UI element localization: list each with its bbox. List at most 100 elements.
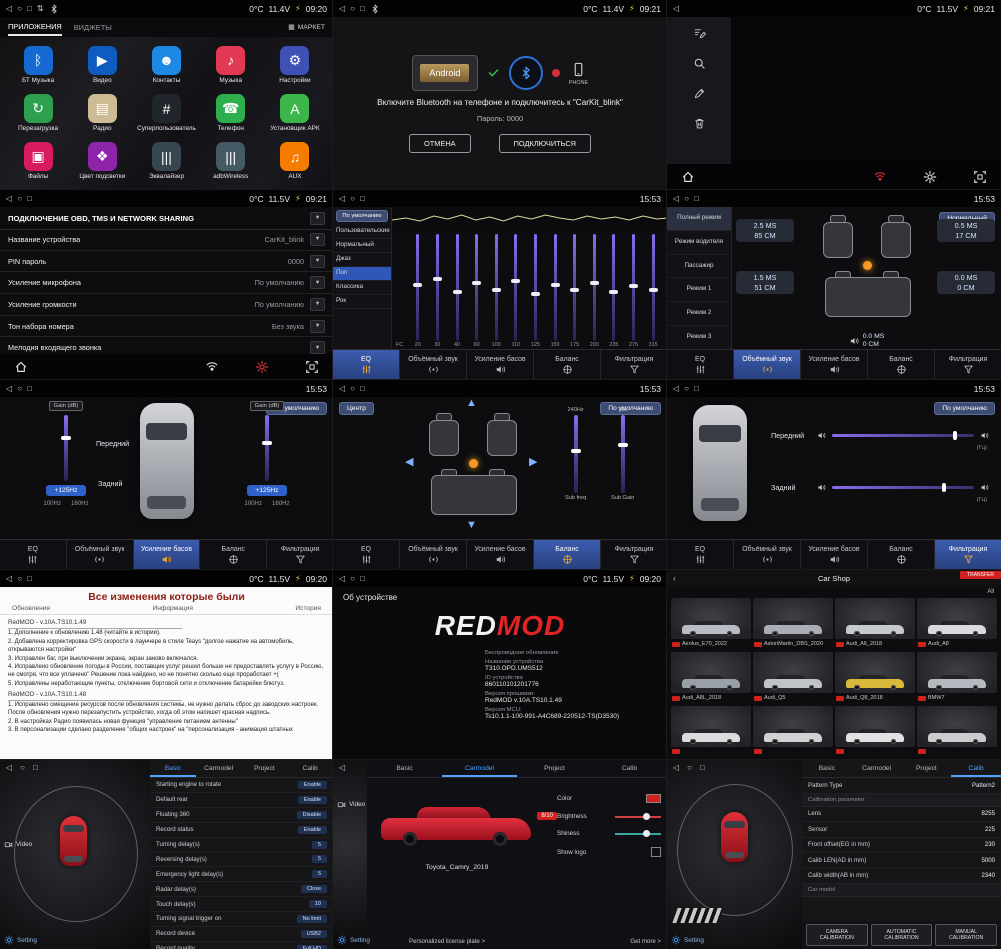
- get-more-link[interactable]: Get more >: [630, 938, 661, 945]
- balance-right-arrow[interactable]: ▶: [529, 455, 537, 468]
- nav-back-icon[interactable]: ◁: [6, 763, 12, 772]
- nav-back-icon[interactable]: ◁: [673, 384, 679, 393]
- setting-value[interactable]: Enable: [298, 826, 327, 834]
- tab-project[interactable]: Project: [517, 760, 592, 777]
- nav-recents-icon[interactable]: □: [27, 384, 32, 393]
- tab-bass-boost[interactable]: Усиление басов: [801, 540, 868, 570]
- eq-band-slider[interactable]: [486, 234, 506, 341]
- nav-back-icon[interactable]: ◁: [6, 194, 12, 203]
- nav-back-icon[interactable]: ◁: [339, 384, 345, 393]
- freq-option[interactable]: 160Hz: [71, 500, 89, 507]
- mode-item[interactable]: Режим 3: [667, 326, 731, 350]
- setting-value[interactable]: USB2: [301, 930, 327, 938]
- app-icon[interactable]: ▶ Видео: [70, 41, 134, 89]
- slider-knob[interactable]: [492, 288, 501, 292]
- car-item[interactable]: [671, 706, 751, 758]
- tab-carmodel[interactable]: Carmodel: [852, 760, 902, 777]
- calib-param-row[interactable]: Calib width(AB in mm) 2340: [802, 869, 1001, 885]
- changelog-tab[interactable]: Обновления: [12, 605, 50, 612]
- scan-icon[interactable]: [305, 360, 319, 374]
- eq-band-slider[interactable]: [506, 234, 526, 341]
- car-item[interactable]: Aeolus_E70_2022: [671, 598, 751, 650]
- trash-icon[interactable]: [693, 117, 706, 130]
- settings-row[interactable]: Тон набора номера Без звука ▼: [0, 316, 333, 338]
- nav-home-icon[interactable]: ○: [20, 763, 25, 772]
- calibration-button[interactable]: MANUAL CALIBRATION: [935, 924, 997, 946]
- settings-row[interactable]: PIN пароль 0000 ▼: [0, 251, 333, 273]
- mode-item[interactable]: Режим водителя: [667, 231, 731, 255]
- brightness-slider[interactable]: [615, 816, 661, 818]
- freq-button[interactable]: +125Hz: [247, 485, 288, 496]
- tab-balance[interactable]: Баланс: [868, 350, 935, 380]
- slider-knob[interactable]: [413, 283, 422, 287]
- fade-up-arrow[interactable]: ▲: [466, 397, 477, 409]
- default-button[interactable]: По умолчанию: [934, 402, 995, 415]
- freq-button[interactable]: +125Hz: [46, 485, 87, 496]
- nav-back-icon[interactable]: ◁: [673, 4, 679, 13]
- chevron-down-icon[interactable]: ▼: [310, 298, 325, 311]
- eq-band-slider[interactable]: [584, 234, 604, 341]
- nav-recents-icon[interactable]: □: [694, 194, 699, 203]
- fade-down-arrow[interactable]: ▼: [466, 519, 477, 531]
- tab-balance[interactable]: Баланс: [200, 540, 267, 570]
- setting-value[interactable]: 10: [309, 900, 327, 908]
- settings-row[interactable]: Touch delay(s) 10: [150, 897, 333, 912]
- slider-knob[interactable]: [571, 449, 581, 453]
- license-plate-link[interactable]: Personalized license plate >: [409, 938, 485, 945]
- slider-knob[interactable]: [942, 483, 946, 492]
- filter-all-label[interactable]: All: [987, 589, 994, 595]
- car-item[interactable]: BMW7: [917, 652, 997, 704]
- tab-calib[interactable]: Calib: [287, 760, 333, 777]
- settings-row[interactable]: Turning signal trigger on No limit: [150, 912, 333, 927]
- pattern-type-row[interactable]: Pattern Type Pattern2: [802, 778, 1001, 794]
- mode-item[interactable]: Полный режим: [667, 207, 731, 231]
- slider-knob[interactable]: [570, 288, 579, 292]
- changelog-tab[interactable]: История: [295, 605, 321, 612]
- eq-band-slider[interactable]: [643, 234, 663, 341]
- color-control[interactable]: Color: [557, 794, 661, 803]
- mode-item[interactable]: Пассажир: [667, 255, 731, 279]
- tab-filter[interactable]: Фильтрация: [267, 540, 333, 570]
- chevron-down-icon[interactable]: ▼: [310, 341, 325, 354]
- eq-band-slider[interactable]: [545, 234, 565, 341]
- settings-row[interactable]: Усиление микрофона По умолчанию ▼: [0, 272, 333, 294]
- brush-icon[interactable]: [693, 87, 706, 100]
- car-item[interactable]: Audi_Q5: [753, 652, 833, 704]
- settings-row[interactable]: Record status Enable: [150, 823, 333, 838]
- slider-knob[interactable]: [629, 284, 638, 288]
- settings-row[interactable]: Record quality Full HD: [150, 942, 333, 949]
- slider-knob[interactable]: [618, 443, 628, 447]
- preset-item[interactable]: Поп: [333, 267, 391, 281]
- slider-knob[interactable]: [609, 290, 618, 294]
- calib-param-row[interactable]: Front offset(EG in mm) 230: [802, 838, 1001, 854]
- balance-left-arrow[interactable]: ◀: [405, 455, 413, 468]
- tab-project[interactable]: Project: [242, 760, 288, 777]
- preset-item[interactable]: Нормальный: [333, 239, 391, 253]
- car-item[interactable]: Audi_Q8_2018: [835, 652, 915, 704]
- nav-recents-icon[interactable]: □: [360, 574, 365, 583]
- calib-param-row[interactable]: Lens 8255: [802, 807, 1001, 823]
- eq-band-slider[interactable]: [428, 234, 448, 341]
- calib-param-row[interactable]: Sensor 225: [802, 822, 1001, 838]
- nav-recents-icon[interactable]: □: [33, 763, 38, 772]
- market-button[interactable]: ▦МАРКЕТ: [288, 23, 325, 31]
- nav-back-icon[interactable]: ◁: [6, 4, 12, 13]
- app-icon[interactable]: ⚙ Настройки: [263, 41, 327, 89]
- delay-front-right[interactable]: 0.5 MS17 CM: [937, 219, 995, 242]
- nav-home-icon[interactable]: ○: [17, 384, 22, 393]
- settings-row[interactable]: Усиление громкости По умолчанию ▼: [0, 294, 333, 316]
- app-icon[interactable]: ▤ Радио: [70, 89, 134, 137]
- slider-knob[interactable]: [649, 288, 658, 292]
- app-icon[interactable]: ||| Эквалайзер: [134, 138, 198, 186]
- connect-button[interactable]: ПОДКЛЮЧИТЬСЯ: [499, 134, 591, 153]
- setting-value[interactable]: 5: [312, 870, 327, 878]
- nav-home-icon[interactable]: ○: [350, 574, 355, 583]
- gain-slider[interactable]: [64, 415, 68, 481]
- center-button[interactable]: Центр: [339, 402, 374, 415]
- nav-recents-icon[interactable]: □: [27, 4, 32, 13]
- gear-icon[interactable]: [255, 360, 269, 374]
- chevron-down-icon[interactable]: ▼: [310, 233, 325, 246]
- nav-recents-icon[interactable]: □: [360, 194, 365, 203]
- nav-back-icon[interactable]: ◁: [339, 763, 345, 772]
- balance-position-dot[interactable]: [469, 459, 478, 468]
